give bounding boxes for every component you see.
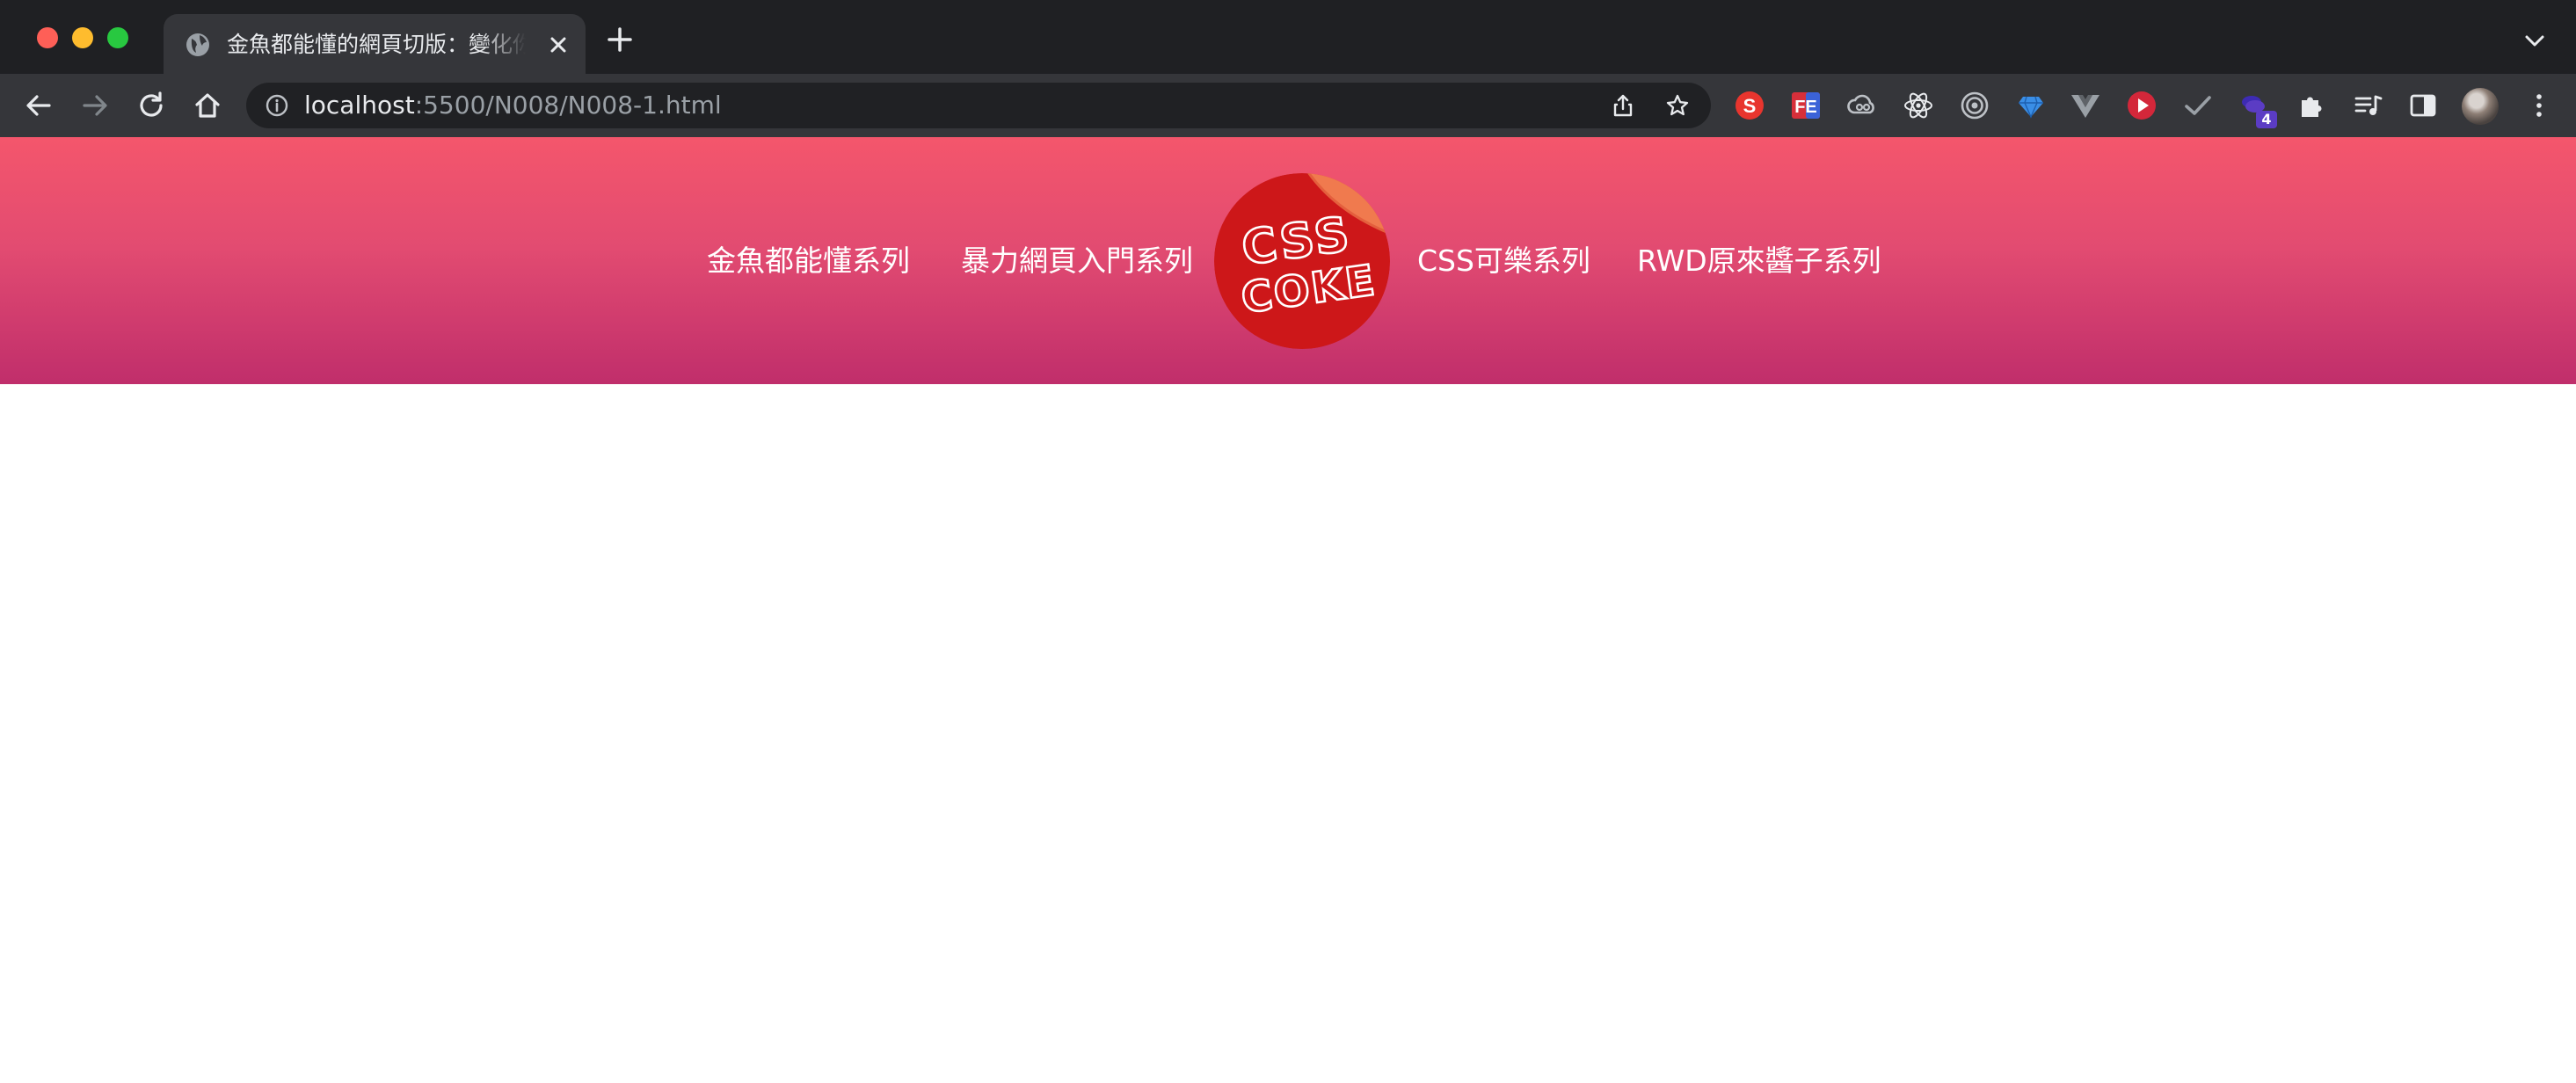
fe-extension-icon[interactable]: FE [1790,90,1822,121]
react-devtools-icon[interactable] [1903,90,1934,121]
svg-text:FE: FE [1794,98,1817,117]
browser-tab-strip: 金魚都能懂的網頁切版：變化你的 [0,0,2576,74]
bookmark-star-icon[interactable] [1665,93,1690,118]
nav-link-css-coke-series[interactable]: CSS可樂系列 [1417,243,1590,280]
url-text[interactable]: localhost:5500/N008/N008-1.html [304,90,722,121]
svg-text:S: S [1743,95,1757,117]
profile-avatar[interactable] [2462,88,2499,125]
home-icon[interactable] [190,88,225,123]
more-options-icon[interactable] [2523,90,2555,121]
url-host: localhost [304,91,415,120]
puzzle-extensions-icon[interactable] [2296,90,2328,121]
minimize-window-button[interactable] [72,27,93,48]
side-panel-icon[interactable] [2407,90,2439,121]
reload-icon[interactable] [134,88,169,123]
site-header: 金魚都能懂系列 暴力網頁入門系列 CSS COKE CSS可樂系列 RWD原來醬… [0,137,2576,384]
zoom-window-button[interactable] [107,27,128,48]
active-tab[interactable]: 金魚都能懂的網頁切版：變化你的 [164,14,586,74]
checkmark-extension-icon[interactable] [2182,90,2214,121]
nav-link-rwd-series[interactable]: RWD原來醬子系列 [1637,243,1881,280]
browser-toolbar: localhost:5500/N008/N008-1.html S FE 4 [0,74,2576,137]
globe-icon [186,33,209,56]
close-tab-icon[interactable] [543,30,573,60]
close-window-button[interactable] [37,27,58,48]
vue-devtools-icon[interactable] [2070,90,2101,121]
site-info-icon[interactable] [266,94,288,117]
tab-title: 金魚都能懂的網頁切版：變化你的 [227,32,526,57]
s-extension-icon[interactable]: S [1734,90,1765,121]
media-queue-icon[interactable] [2353,90,2384,121]
cloud-extension-icon[interactable] [1846,90,1878,121]
target-extension-icon[interactable] [1959,90,1990,121]
address-bar[interactable]: localhost:5500/N008/N008-1.html [246,83,1711,128]
nav-link-violent-web-intro-series[interactable]: 暴力網頁入門系列 [961,243,1193,280]
css-coke-logo[interactable]: CSS COKE [1213,172,1391,350]
url-path: :5500/N008/N008-1.html [414,91,722,120]
share-icon[interactable] [1611,93,1635,118]
gem-extension-icon[interactable] [2015,90,2047,121]
back-arrow-icon[interactable] [21,88,56,123]
new-tab-icon[interactable] [607,26,633,53]
web-page: 金魚都能懂系列 暴力網頁入門系列 CSS COKE CSS可樂系列 RWD原來醬… [0,137,2576,1083]
forward-arrow-icon[interactable] [77,88,113,123]
play-extension-icon[interactable] [2126,90,2158,121]
nav-link-goldfish-series[interactable]: 金魚都能懂系列 [707,243,910,280]
extension-badge-count: 4 [2256,111,2277,128]
tab-search-chevron-icon[interactable] [2523,32,2546,51]
